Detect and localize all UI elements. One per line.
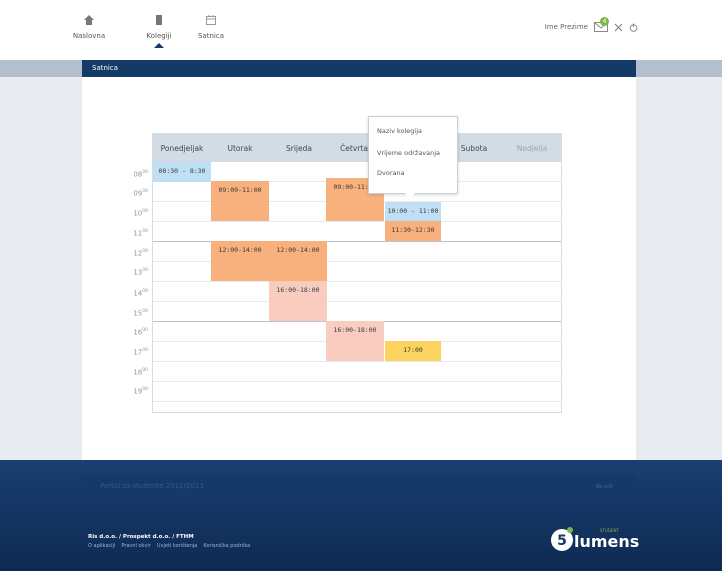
power-icon[interactable] [629,23,638,32]
hour-label: 1600 [133,328,148,337]
row-divider [153,361,561,362]
hour-label: 0800 [133,170,148,179]
popup-room: Dvorana [377,169,405,177]
day-header-utorak: Utorak [227,144,253,153]
event-block[interactable]: 10:00 - 11:00 [385,202,441,222]
row-divider [153,221,561,222]
top-nav: Naslovna Kolegiji Satnica Ime Prezime 4 [0,0,722,60]
hour-label: 1400 [133,289,148,298]
home-icon [84,15,94,25]
user-name[interactable]: Ime Prezime [545,23,588,31]
hour-label: 1500 [133,309,148,318]
hour-label: 1300 [133,268,148,277]
hour-label: 1800 [133,368,148,377]
popup-course-name: Naziv kolegija [377,127,423,135]
nav-item-naslovna[interactable]: Naslovna [64,8,114,40]
event-popup: Naziv kolegija Vrijeme održavanja Dvoran… [368,116,458,194]
user-area: Ime Prezime 4 [545,17,638,32]
event-block[interactable]: 11:30-12:30 [385,221,441,241]
book-icon [156,15,162,25]
footer-link-legal[interactable]: Pravni okvir [121,543,151,549]
footer-link-about[interactable]: O aplikaciji [88,543,115,549]
event-block[interactable]: 16:00-18:00 [269,281,327,321]
footer-links: O aplikaciji Pravni okvir Uvjeti korište… [88,543,250,549]
hour-label: 1700 [133,348,148,357]
company-credits: Ris d.o.o. / Prospekt d.o.o. / FTHM [88,534,194,540]
notification-badge: 4 [600,17,609,26]
footer-link-support[interactable]: Korisnička podrška [203,543,250,549]
svg-text:5: 5 [557,533,567,549]
hour-label: 1000 [133,209,148,218]
row-divider [153,381,561,382]
day-header-srijeda: Srijeda [286,144,312,153]
day-header-nedjelja: Nedjelja [516,144,548,153]
day-header-ponedjeljak: Ponedjeljak [160,144,204,153]
section-title: Satnica [92,64,118,72]
event-block[interactable]: 09:00-11:00 [211,181,269,221]
calendar-icon [206,15,216,25]
logo-subtitle: STUDENT [600,528,619,533]
nav-item-kolegiji[interactable]: Kolegiji [134,8,184,48]
settings-icon[interactable] [614,23,623,32]
timetable: Ponedjeljak Utorak Srijeda Četvrta Subot… [152,133,562,413]
event-block[interactable]: 12:00-14:00 [211,241,269,281]
mail-icon[interactable]: 4 [594,17,609,32]
footer-link-terms[interactable]: Uvjeti korištenja [157,543,198,549]
nav-label: Satnica [198,32,224,40]
hour-label: 1100 [133,229,148,238]
nav-label: Kolegiji [146,32,172,40]
event-block[interactable]: 16:00-18:00 [326,321,384,361]
hour-label: 0900 [133,189,148,198]
event-block[interactable]: 17:00 [385,341,441,361]
popup-pointer [405,193,415,199]
nav-item-satnica[interactable]: Satnica [186,8,236,40]
row-divider [153,301,561,302]
event-block[interactable]: 08:30 - 8:30 [153,162,211,182]
event-block[interactable]: 12:00-14:00 [269,241,327,281]
hour-label: 1900 [133,387,148,396]
hour-label: 1200 [133,249,148,258]
logo-text: lumens [574,532,640,551]
row-divider [153,401,561,402]
timetable-header: Ponedjeljak Utorak Srijeda Četvrta Subot… [153,134,561,162]
footer-link[interactable]: Ro učli [596,484,613,490]
row-divider [153,281,561,282]
portal-title: Portal za studente 2012/2013 [100,482,204,490]
popup-time: Vrijeme održavanja [377,149,441,157]
section-title-bar: Satnica [82,60,636,77]
nav-label: Naslovna [72,32,106,40]
